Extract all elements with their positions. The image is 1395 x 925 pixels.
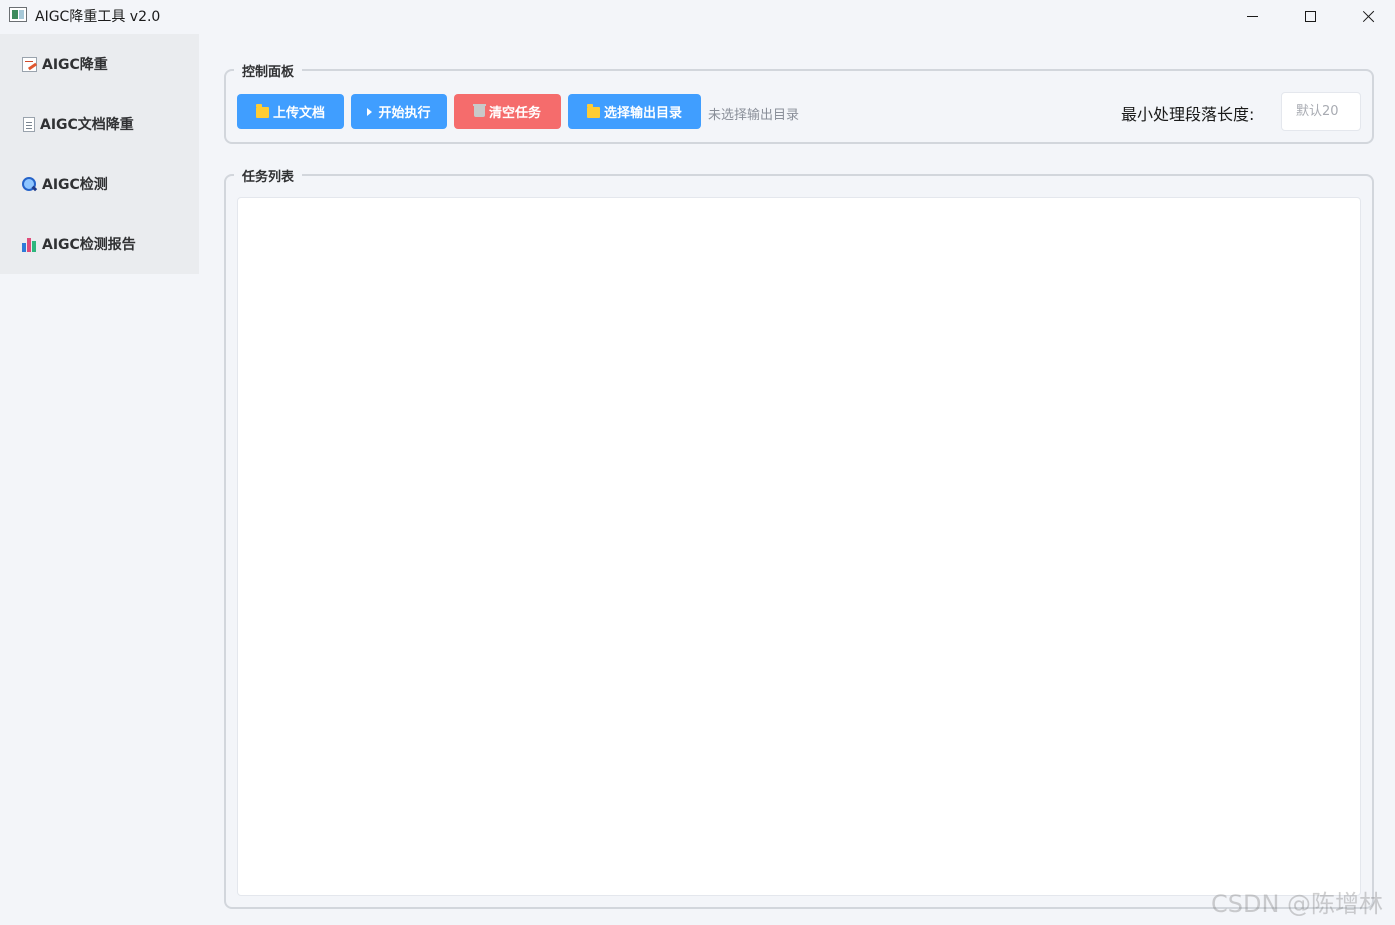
- output-dir-status: 未选择输出目录: [708, 108, 800, 123]
- watermark: CSDN @陈增林: [1211, 890, 1384, 918]
- control-panel-title: 控制面板: [234, 61, 303, 80]
- upload-document-label: 上传文档: [272, 106, 325, 121]
- sidebar-item-label: AIGC文档降重: [40, 117, 134, 133]
- sidebar-item-aigc-document-rewrite[interactable]: AIGC文档降重: [0, 94, 199, 154]
- folder-icon: [255, 104, 269, 118]
- task-list-title: 任务列表: [234, 166, 303, 185]
- min-paragraph-length-label: 最小处理段落长度:: [1121, 105, 1255, 124]
- sidebar: AIGC降重 AIGC文档降重 AIGC检测 AIGC检测报告: [0, 34, 199, 274]
- clear-tasks-label: 清空任务: [488, 106, 541, 121]
- start-execute-label: 开始执行: [378, 106, 431, 121]
- window-title: AIGC降重工具 v2.0: [35, 9, 161, 25]
- clear-tasks-button[interactable]: 清空任务: [454, 94, 561, 129]
- sidebar-item-label: AIGC检测报告: [42, 237, 136, 253]
- select-output-dir-label: 选择输出目录: [603, 106, 682, 121]
- play-icon: [367, 107, 373, 116]
- sidebar-item-label: AIGC检测: [42, 177, 108, 193]
- folder-icon: [586, 104, 600, 118]
- app-icon: [9, 7, 27, 22]
- sidebar-item-aigc-detection-report[interactable]: AIGC检测报告: [0, 214, 199, 274]
- upload-document-button[interactable]: 上传文档: [237, 94, 344, 129]
- close-button[interactable]: [1339, 0, 1395, 32]
- sidebar-item-aigc-rewrite[interactable]: AIGC降重: [0, 34, 199, 94]
- title-bar: AIGC降重工具 v2.0: [0, 0, 1395, 32]
- document-icon: [23, 116, 35, 132]
- sidebar-item-aigc-detection[interactable]: AIGC检测: [0, 154, 199, 214]
- edit-icon: [22, 56, 37, 72]
- task-list[interactable]: [237, 197, 1361, 896]
- min-paragraph-length-input[interactable]: [1281, 92, 1361, 131]
- select-output-dir-button[interactable]: 选择输出目录: [568, 94, 701, 129]
- app-window: AIGC降重工具 v2.0 AIGC降重 AIGC文档降重 AIGC检测 AIG…: [0, 0, 1395, 925]
- bar-chart-icon: [22, 237, 37, 252]
- trash-icon: [472, 104, 486, 117]
- maximize-icon: [1304, 10, 1316, 22]
- close-icon: [1362, 10, 1375, 23]
- sidebar-item-label: AIGC降重: [42, 57, 108, 73]
- minimize-icon: [1246, 15, 1258, 17]
- maximize-button[interactable]: [1281, 0, 1339, 32]
- start-execute-button[interactable]: 开始执行: [351, 94, 447, 129]
- minimize-button[interactable]: [1223, 0, 1281, 32]
- search-icon: [22, 176, 37, 192]
